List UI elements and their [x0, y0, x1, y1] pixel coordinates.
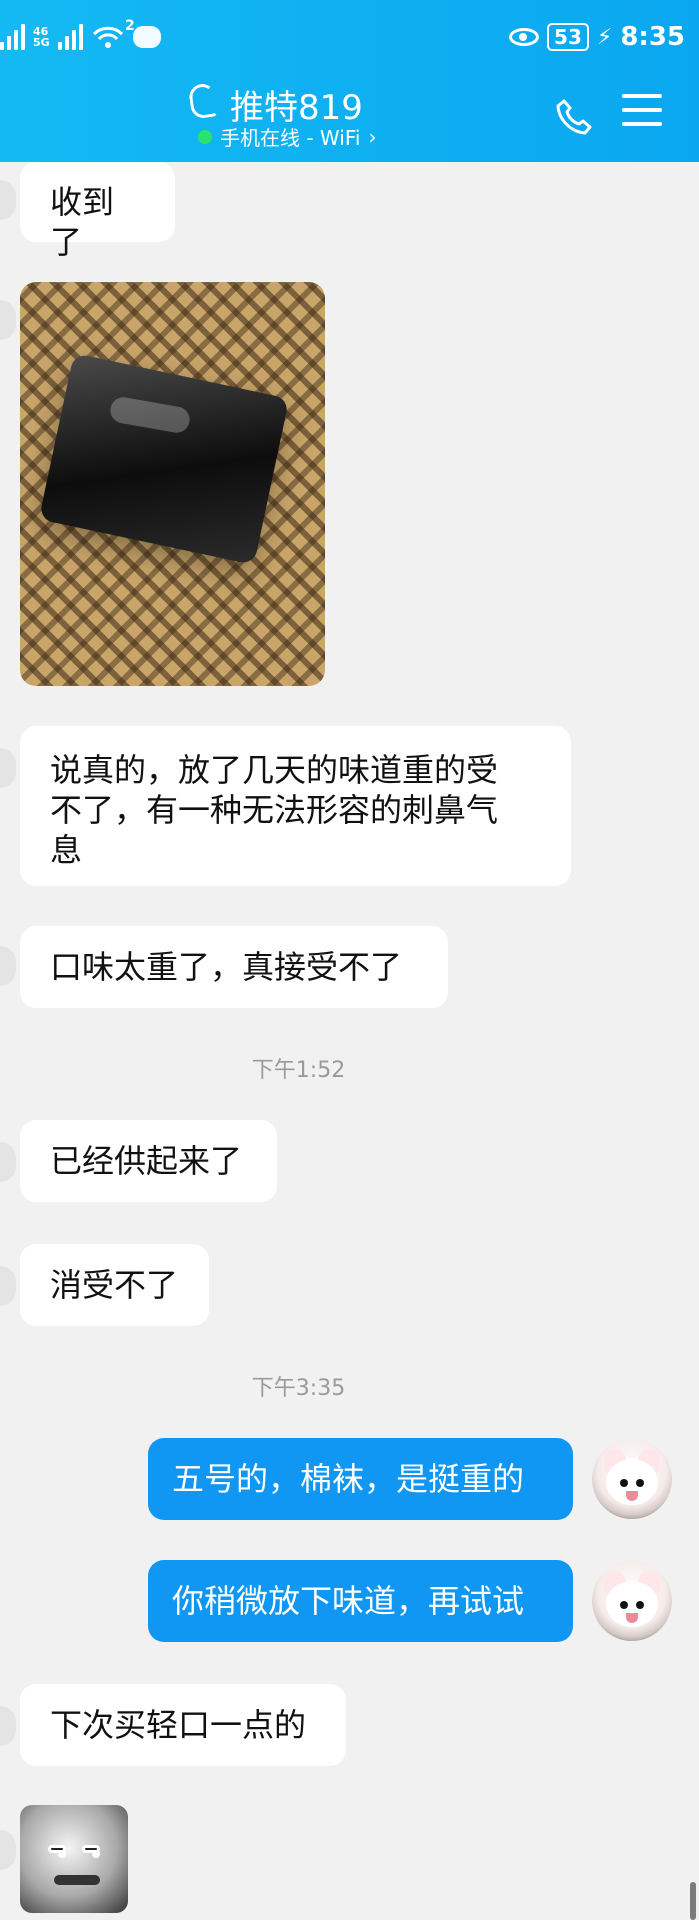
message-text: 你稍微放下味道，再试试: [172, 1582, 525, 1620]
message-text: 消受不了: [50, 1266, 179, 1304]
message-text: 口味太重了，真接受不了: [50, 948, 403, 986]
avatar-edge: [0, 1706, 16, 1746]
message-bubble[interactable]: 口味太重了，真接受不了: [20, 926, 448, 1008]
black-package: [38, 352, 290, 566]
message-bubble[interactable]: 说真的，放了几天的味道重的受 不了，有一种无法形容的刺鼻气 息: [20, 726, 571, 886]
avatar-edge: [0, 180, 16, 220]
avatar-edge: [0, 946, 16, 986]
scrollbar[interactable]: [690, 1882, 696, 1920]
message-bubble[interactable]: 已经供起来了: [20, 1120, 277, 1202]
timestamp: 下午3:35: [251, 1376, 346, 1401]
phone-icon[interactable]: [553, 96, 593, 136]
ear-icon: [187, 82, 219, 120]
timestamp: 下午1:52: [251, 1058, 346, 1083]
sticker-eye: [48, 1845, 66, 1858]
chat-title-area[interactable]: 推特819 手机在线 - WiFi ›: [187, 80, 490, 151]
clock: 8:35: [620, 22, 685, 52]
message-bubble[interactable]: 下次买轻口一点的: [20, 1684, 346, 1766]
avatar-edge: [0, 300, 16, 340]
status-right: 53 ⚡ 8:35: [509, 22, 685, 52]
online-dot-icon: [198, 129, 212, 144]
menu-icon[interactable]: [622, 94, 662, 130]
image-message[interactable]: [20, 282, 325, 686]
user-avatar[interactable]: [592, 1561, 672, 1641]
online-status[interactable]: 手机在线 - WiFi ›: [198, 122, 376, 151]
battery-level: 53: [554, 25, 582, 49]
message-text: 收到了: [50, 183, 115, 261]
network-type-b: 5G: [33, 36, 50, 49]
online-status-text: 手机在线 - WiFi: [220, 126, 361, 150]
user-avatar[interactable]: [592, 1439, 672, 1519]
chat-app-icon: [132, 26, 161, 48]
message-bubble-sent[interactable]: 五号的，棉袜，是挺重的: [148, 1438, 573, 1520]
battery-icon: 53: [547, 23, 589, 51]
message-text-line: 息: [50, 831, 83, 869]
avatar-edge: [0, 1142, 16, 1182]
charging-icon: ⚡: [596, 24, 613, 50]
avatar-edge: [0, 1830, 16, 1870]
message-bubble[interactable]: 收到了: [20, 162, 175, 261]
sticker-message[interactable]: [20, 1805, 128, 1913]
status-left: 46 5G 2: [0, 18, 161, 50]
eye-comfort-icon: [509, 28, 540, 46]
wifi-icon: 2: [91, 18, 135, 50]
avatar-edge: [0, 748, 16, 788]
avatar-edge: [0, 1266, 16, 1306]
message-text: 五号的，棉袜，是挺重的: [172, 1460, 525, 1498]
cellular-signal-icon-2: [57, 24, 83, 50]
message-bubble[interactable]: 消受不了: [20, 1244, 209, 1326]
sticker-mouth: [54, 1875, 100, 1885]
chat-header-bar: 46 5G 2 53 ⚡ 8:35 推特819 手机在线 - WiFi ›: [0, 0, 699, 162]
cellular-signal-icon: [0, 24, 25, 50]
message-text: 已经供起来了: [50, 1142, 243, 1180]
message-text-line: 说真的，放了几天的味道重的受: [50, 751, 499, 789]
message-bubble-sent[interactable]: 你稍微放下味道，再试试: [148, 1560, 573, 1642]
network-type: 46 5G: [33, 26, 50, 48]
chevron-right-icon: ›: [368, 124, 377, 149]
status-bar: 46 5G 2 53 ⚡ 8:35: [0, 0, 699, 76]
message-text-line: 不了，有一种无法形容的刺鼻气: [50, 791, 499, 829]
sticker-eye: [82, 1845, 100, 1858]
message-text: 下次买轻口一点的: [50, 1706, 307, 1744]
